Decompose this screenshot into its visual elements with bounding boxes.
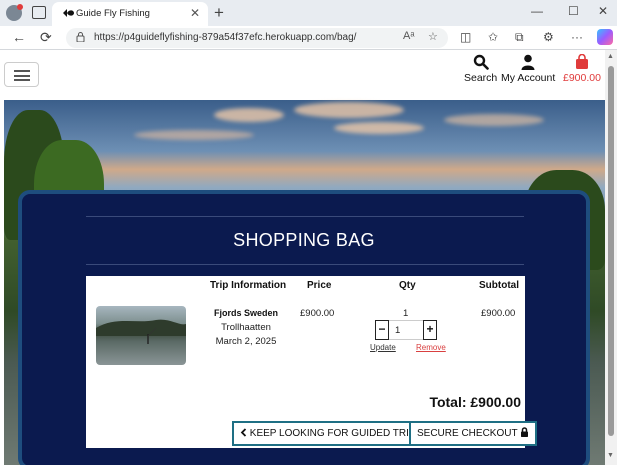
tab-actions-icon[interactable]: [32, 6, 46, 19]
lock-icon: [76, 32, 85, 42]
secure-checkout-label: SECURE CHECKOUT: [417, 428, 518, 439]
quantity-input[interactable]: 1: [389, 320, 423, 340]
search-label: Search: [464, 72, 498, 84]
address-bar[interactable]: https://p4guideflyfishing-879a54f37efc.h…: [66, 28, 448, 48]
bag-total: £900.00: [563, 72, 601, 84]
item-qty: 1: [403, 308, 409, 319]
url-text: https://p4guideflyfishing-879a54f37efc.h…: [94, 32, 357, 43]
browser-tab-bar: Guide Fly Fishing ✕ + — ☐ ✕: [0, 0, 617, 26]
my-account-link[interactable]: My Account: [501, 54, 555, 84]
trip-name: Fjords Sweden: [213, 308, 278, 318]
divider: [86, 216, 524, 217]
back-icon[interactable]: ←: [12, 29, 26, 45]
close-tab-icon[interactable]: ✕: [190, 6, 200, 20]
trip-thumbnail-image: [96, 306, 186, 365]
minimize-icon[interactable]: —: [531, 4, 543, 18]
scrollbar-thumb[interactable]: [608, 66, 614, 436]
split-screen-icon[interactable]: ◫: [460, 30, 471, 44]
item-price: £900.00: [300, 308, 335, 319]
my-account-label: My Account: [501, 72, 556, 84]
increment-button[interactable]: +: [423, 320, 437, 340]
copilot-icon[interactable]: [597, 29, 613, 45]
tab-title: Guide Fly Fishing: [76, 8, 150, 19]
trip-date: March 2, 2025: [215, 336, 277, 347]
bag-link[interactable]: £900.00: [563, 54, 601, 84]
site-header: Search My Account £900.00: [0, 50, 605, 100]
trip-location: Trollhaatten: [221, 322, 271, 333]
keep-looking-label: KEEP LOOKING FOR GUIDED TRIPS: [249, 428, 423, 439]
divider: [86, 264, 524, 265]
scroll-down-icon[interactable]: ▼: [607, 452, 614, 459]
search-icon: [473, 54, 489, 70]
column-header-trip-information: Trip Information: [210, 280, 287, 291]
browser-tab[interactable]: Guide Fly Fishing ✕: [52, 2, 208, 26]
quantity-stepper: − 1 +: [375, 320, 437, 340]
fish-icon: [62, 7, 75, 21]
bag-table: Trip Information Price Qty Subtotal Fjor…: [86, 276, 538, 448]
item-subtotal: £900.00: [481, 308, 516, 319]
column-header-subtotal: Subtotal: [479, 280, 519, 291]
window-close-icon[interactable]: ✕: [598, 4, 608, 18]
page-title: SHOPPING BAG: [233, 230, 375, 250]
chevron-left-icon: [240, 428, 250, 439]
favorites-icon[interactable]: ✩: [488, 30, 498, 44]
maximize-icon[interactable]: ☐: [568, 4, 579, 18]
column-header-qty: Qty: [399, 280, 416, 291]
column-header-price: Price: [307, 280, 332, 291]
menu-toggle-button[interactable]: [4, 62, 39, 87]
user-icon: [521, 54, 535, 70]
search-link[interactable]: Search: [464, 54, 497, 84]
collections-icon[interactable]: ⧉: [515, 30, 524, 45]
update-link[interactable]: Update: [370, 343, 396, 352]
shopping-bag-icon: [575, 54, 588, 69]
page-viewport: Search My Account £900.00 SHOPPING BAG T…: [0, 50, 605, 465]
keep-looking-button[interactable]: KEEP LOOKING FOR GUIDED TRIPS: [232, 421, 431, 446]
decrement-button[interactable]: −: [375, 320, 389, 340]
new-tab-button[interactable]: +: [214, 3, 224, 23]
bag-total-amount: Total: £900.00: [429, 394, 521, 410]
remove-link[interactable]: Remove: [416, 343, 446, 352]
scroll-up-icon[interactable]: ▲: [607, 53, 614, 60]
extensions-icon[interactable]: ⚙: [543, 30, 554, 44]
shopping-bag-panel: SHOPPING BAG Trip Information Price Qty …: [18, 190, 590, 465]
page-scrollbar[interactable]: ▲ ▼: [605, 50, 617, 465]
more-menu-icon[interactable]: ···: [571, 30, 583, 44]
read-aloud-icon[interactable]: Aᵃ: [403, 30, 414, 42]
favorite-star-icon[interactable]: ☆: [428, 30, 438, 43]
refresh-icon[interactable]: ⟳: [40, 29, 52, 46]
browser-toolbar: ← ⟳ https://p4guideflyfishing-879a54f37e…: [0, 26, 617, 50]
lock-icon: [520, 427, 529, 439]
secure-checkout-button[interactable]: SECURE CHECKOUT: [409, 421, 538, 446]
profile-avatar[interactable]: [6, 4, 23, 21]
